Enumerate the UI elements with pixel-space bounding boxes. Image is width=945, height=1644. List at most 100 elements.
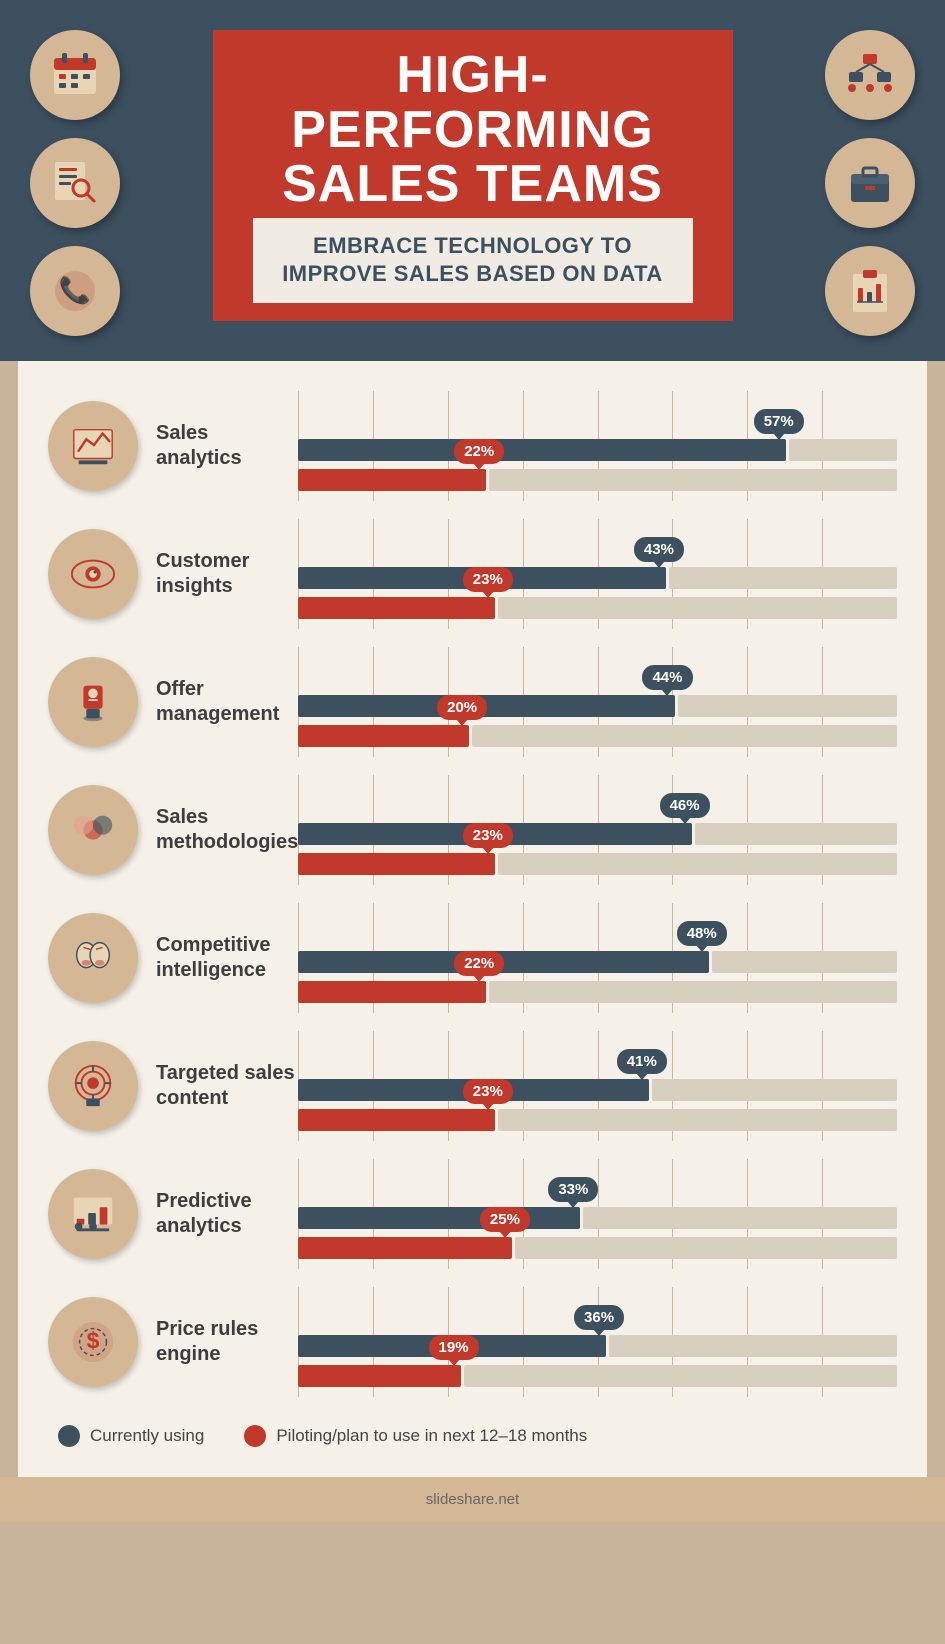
svg-text:📞: 📞 [59,273,92,305]
red-bar-price-rules-engine: 19% [298,1365,461,1387]
row-price-rules-engine: $ Price rules engine 36% 19% [48,1297,897,1387]
row-icon-targeted-sales-content [48,1041,138,1131]
red-bar-bg-customer-insights [498,597,897,619]
dark-bar-row-customer-insights: 43% [298,567,897,589]
red-bar-row-customer-insights: 23% [298,597,897,619]
dark-bar-bg-competitive-intelligence [712,951,897,973]
subtitle-box: EMBRACE TECHNOLOGY TO IMPROVE SALES BASE… [253,218,693,303]
row-icon-price-rules-engine: $ [48,1297,138,1387]
dark-bar-bg-offer-management [678,695,898,717]
red-badge-sales-methodologies: 23% [463,823,513,848]
dark-badge-sales-analytics: 57% [754,409,804,434]
svg-text:$: $ [87,1328,100,1354]
dark-bar-row-predictive-analytics: 33% [298,1207,897,1229]
dark-bar-predictive-analytics: 33% [298,1207,580,1229]
red-bar-row-price-rules-engine: 19% [298,1365,897,1387]
dark-bar-row-competitive-intelligence: 48% [298,951,897,973]
briefcase-icon [825,138,915,228]
legend-piloting-label: Piloting/plan to use in next 12–18 month… [276,1426,587,1446]
row-customer-insights: Customer insights 43% 23% [48,529,897,619]
row-predictive-analytics: Predictive analytics 33% 25% [48,1169,897,1259]
source-text: slideshare.net [426,1491,519,1508]
red-bar-bg-price-rules-engine [464,1365,897,1387]
row-icon-sales-methodologies [48,785,138,875]
dark-badge-competitive-intelligence: 48% [677,921,727,946]
red-badge-sales-analytics: 22% [454,439,504,464]
red-bar-sales-methodologies: 23% [298,853,495,875]
title-line2: SALES TEAMS [253,157,693,212]
red-bar-sales-analytics: 22% [298,469,486,491]
dark-badge-offer-management: 44% [642,665,692,690]
row-icon-competitive-intelligence [48,913,138,1003]
clipboard-chart-icon [825,246,915,336]
red-bar-row-sales-methodologies: 23% [298,853,897,875]
dark-bar-bg-sales-methodologies [695,823,897,845]
red-badge-customer-insights: 23% [463,567,513,592]
dark-bar-row-sales-analytics: 57% [298,439,897,461]
row-label-offer-management: Offer management [138,677,298,727]
red-bar-row-predictive-analytics: 25% [298,1237,897,1259]
dark-bar-row-targeted-sales-content: 41% [298,1079,897,1101]
red-badge-competitive-intelligence: 22% [454,951,504,976]
red-bar-row-competitive-intelligence: 22% [298,981,897,1003]
row-label-customer-insights: Customer insights [138,549,298,599]
bars-container-price-rules-engine: 36% 19% [298,1335,897,1387]
row-icon-customer-insights [48,529,138,619]
dark-badge-price-rules-engine: 36% [574,1305,624,1330]
dark-bar-row-offer-management: 44% [298,695,897,717]
header-icons-right [825,30,915,336]
red-bar-bg-targeted-sales-content [498,1109,897,1131]
red-bar-row-sales-analytics: 22% [298,469,897,491]
row-icon-predictive-analytics [48,1169,138,1259]
header: 📞 HIGH-PERFORMING SALES TEAMS EMBRACE TE… [0,0,945,361]
calendar-icon [30,30,120,120]
bars-container-predictive-analytics: 33% 25% [298,1207,897,1259]
bars-container-targeted-sales-content: 41% 23% [298,1079,897,1131]
main-content: Sales analytics 57% 22% [18,361,927,1477]
legend-dot-red [244,1425,266,1447]
red-bar-row-targeted-sales-content: 23% [298,1109,897,1131]
phone-icon: 📞 [30,246,120,336]
bars-container-competitive-intelligence: 48% 22% [298,951,897,1003]
dark-bar-row-sales-methodologies: 46% [298,823,897,845]
red-bar-predictive-analytics: 25% [298,1237,512,1259]
red-badge-predictive-analytics: 25% [480,1207,530,1232]
bars-container-sales-analytics: 57% 22% [298,439,897,491]
legend-currently-using: Currently using [58,1425,204,1447]
header-icons-left: 📞 [30,30,120,336]
row-label-price-rules-engine: Price rules engine [138,1317,298,1367]
red-bar-offer-management: 20% [298,725,469,747]
row-sales-analytics: Sales analytics 57% 22% [48,401,897,491]
legend-currently-using-label: Currently using [90,1426,204,1446]
dark-bar-sales-analytics: 57% [298,439,786,461]
red-bar-bg-sales-methodologies [498,853,897,875]
legend: Currently using Piloting/plan to use in … [48,1425,897,1447]
document-search-icon [30,138,120,228]
subtitle-text: EMBRACE TECHNOLOGY TO IMPROVE SALES BASE… [273,232,673,289]
red-bar-bg-offer-management [472,725,897,747]
red-badge-offer-management: 20% [437,695,487,720]
red-bar-customer-insights: 23% [298,597,495,619]
legend-dot-dark [58,1425,80,1447]
dark-bar-bg-customer-insights [669,567,897,589]
row-label-targeted-sales-content: Targeted sales content [138,1061,298,1111]
red-bar-bg-competitive-intelligence [489,981,897,1003]
chart-container: Sales analytics 57% 22% [48,401,897,1387]
row-label-sales-methodologies: Sales methodologies [138,805,298,855]
legend-piloting: Piloting/plan to use in next 12–18 month… [244,1425,587,1447]
row-icon-sales-analytics [48,401,138,491]
title-box: HIGH-PERFORMING SALES TEAMS EMBRACE TECH… [213,30,733,321]
row-competitive-intelligence: Competitive intelligence 48% 22% [48,913,897,1003]
dark-badge-targeted-sales-content: 41% [617,1049,667,1074]
dark-badge-predictive-analytics: 33% [548,1177,598,1202]
bars-container-customer-insights: 43% 23% [298,567,897,619]
red-bar-targeted-sales-content: 23% [298,1109,495,1131]
dark-badge-sales-methodologies: 46% [660,793,710,818]
red-badge-price-rules-engine: 19% [429,1335,479,1360]
dark-bar-row-price-rules-engine: 36% [298,1335,897,1357]
footer: slideshare.net [0,1477,945,1522]
red-badge-targeted-sales-content: 23% [463,1079,513,1104]
title-line1: HIGH-PERFORMING [253,48,693,157]
row-label-competitive-intelligence: Competitive intelligence [138,933,298,983]
row-label-predictive-analytics: Predictive analytics [138,1189,298,1239]
